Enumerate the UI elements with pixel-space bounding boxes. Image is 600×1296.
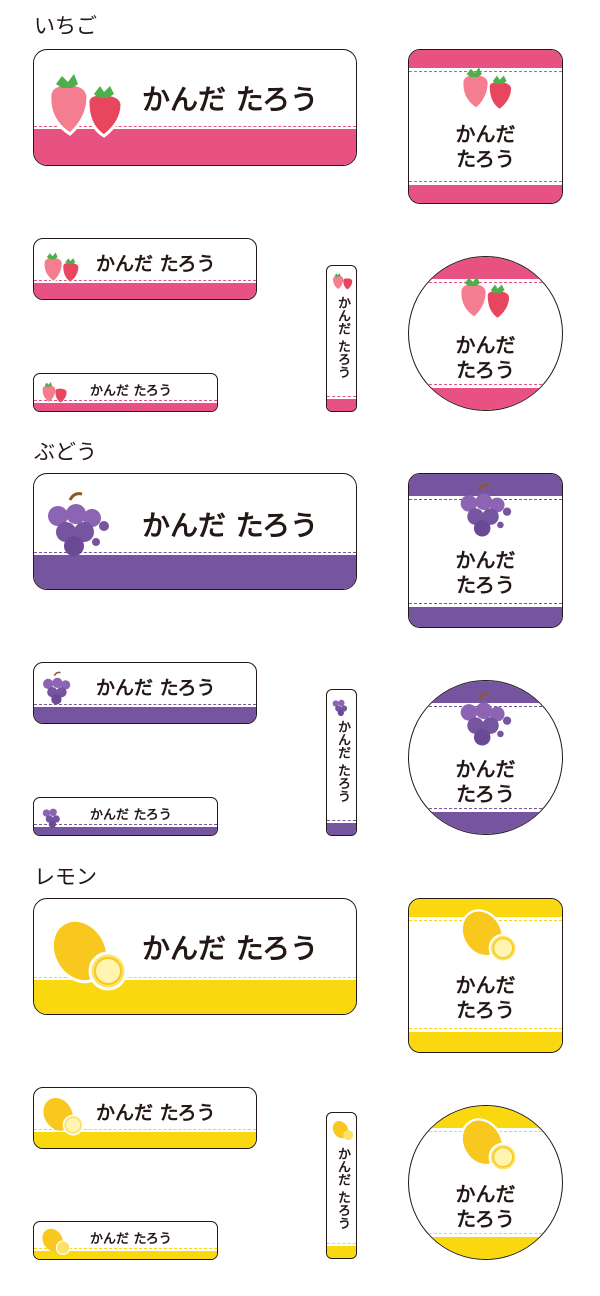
label-small-budou: かんだ たろう bbox=[33, 797, 218, 836]
grape-icon bbox=[43, 671, 71, 705]
strawberry-icon bbox=[43, 252, 80, 284]
name-line-1: かんだ bbox=[455, 122, 516, 146]
strawberry-icon bbox=[42, 382, 67, 403]
name-line-1: かんだ bbox=[455, 973, 516, 997]
lemon-icon bbox=[43, 1097, 84, 1136]
grape-icon bbox=[332, 699, 348, 717]
label-round-budou: かんだ たろう bbox=[408, 680, 563, 835]
label-vertical-budou: かんだ たろう bbox=[326, 689, 357, 836]
name-text: かんだ たろう bbox=[96, 1102, 216, 1124]
name-line-2: たろう bbox=[456, 782, 515, 806]
label-square-budou: かんだ たろう bbox=[408, 473, 563, 628]
grape-icon bbox=[460, 692, 512, 746]
label-small-lemon: かんだ たろう bbox=[33, 1221, 218, 1260]
lemon-icon bbox=[332, 1121, 354, 1141]
label-small-ichigo: かんだ たろう bbox=[33, 373, 218, 412]
name-line-1: かんだ bbox=[455, 333, 516, 357]
label-large-ichigo: かんだ たろう bbox=[33, 49, 357, 166]
label-vertical-lemon: かんだ たろう bbox=[326, 1112, 357, 1259]
name-line-2: たろう bbox=[456, 1207, 515, 1231]
label-medium-lemon: かんだ たろう bbox=[33, 1087, 257, 1149]
label-round-ichigo: かんだ たろう bbox=[408, 256, 563, 411]
label-large-lemon: かんだ たろう bbox=[33, 898, 357, 1015]
name-text: かんだ たろう bbox=[142, 83, 319, 116]
name-vertical: かんだ たろう bbox=[335, 296, 350, 379]
label-large-budou: かんだ たろう bbox=[33, 473, 357, 590]
label-round-lemon: かんだ たろう bbox=[408, 1105, 563, 1260]
name-line-1: かんだ bbox=[455, 548, 516, 572]
name-line-2: たろう bbox=[456, 147, 515, 171]
lemon-icon bbox=[460, 909, 518, 963]
name-line-1: かんだ bbox=[455, 757, 516, 781]
strawberry-icon bbox=[48, 74, 124, 138]
name-text: かんだ たろう bbox=[96, 253, 216, 275]
grape-icon bbox=[460, 483, 512, 537]
name-text: かんだ たろう bbox=[142, 509, 319, 542]
section-title-ichigo: いちご bbox=[34, 14, 97, 38]
label-square-lemon: かんだ たろう bbox=[408, 898, 563, 1053]
name-line-2: たろう bbox=[456, 573, 515, 597]
label-medium-ichigo: かんだ たろう bbox=[33, 238, 257, 300]
lemon-icon bbox=[50, 918, 128, 991]
name-text: かんだ たろう bbox=[90, 1232, 172, 1247]
label-vertical-ichigo: かんだ たろう bbox=[326, 265, 357, 412]
lemon-icon bbox=[42, 1228, 71, 1255]
grape-icon bbox=[42, 808, 60, 828]
name-line-2: たろう bbox=[456, 998, 515, 1022]
name-line-2: たろう bbox=[456, 358, 515, 382]
strawberry-icon bbox=[333, 273, 353, 290]
section-title-budou: ぶどう bbox=[34, 440, 97, 464]
section-title-lemon: レモン bbox=[34, 865, 97, 889]
name-text: かんだ たろう bbox=[90, 808, 172, 823]
name-line-1: かんだ bbox=[455, 1182, 516, 1206]
name-vertical: かんだ たろう bbox=[335, 720, 350, 803]
name-text: かんだ たろう bbox=[142, 932, 319, 965]
name-vertical: かんだ たろう bbox=[335, 1147, 350, 1230]
grape-icon bbox=[48, 492, 109, 556]
label-square-ichigo: かんだ たろう bbox=[408, 49, 563, 204]
name-text: かんだ たろう bbox=[96, 677, 216, 699]
label-medium-budou: かんだ たろう bbox=[33, 662, 257, 724]
strawberry-icon bbox=[459, 276, 512, 321]
lemon-icon bbox=[460, 1118, 518, 1172]
strawberry-icon bbox=[461, 67, 514, 112]
name-text: かんだ たろう bbox=[90, 384, 172, 399]
